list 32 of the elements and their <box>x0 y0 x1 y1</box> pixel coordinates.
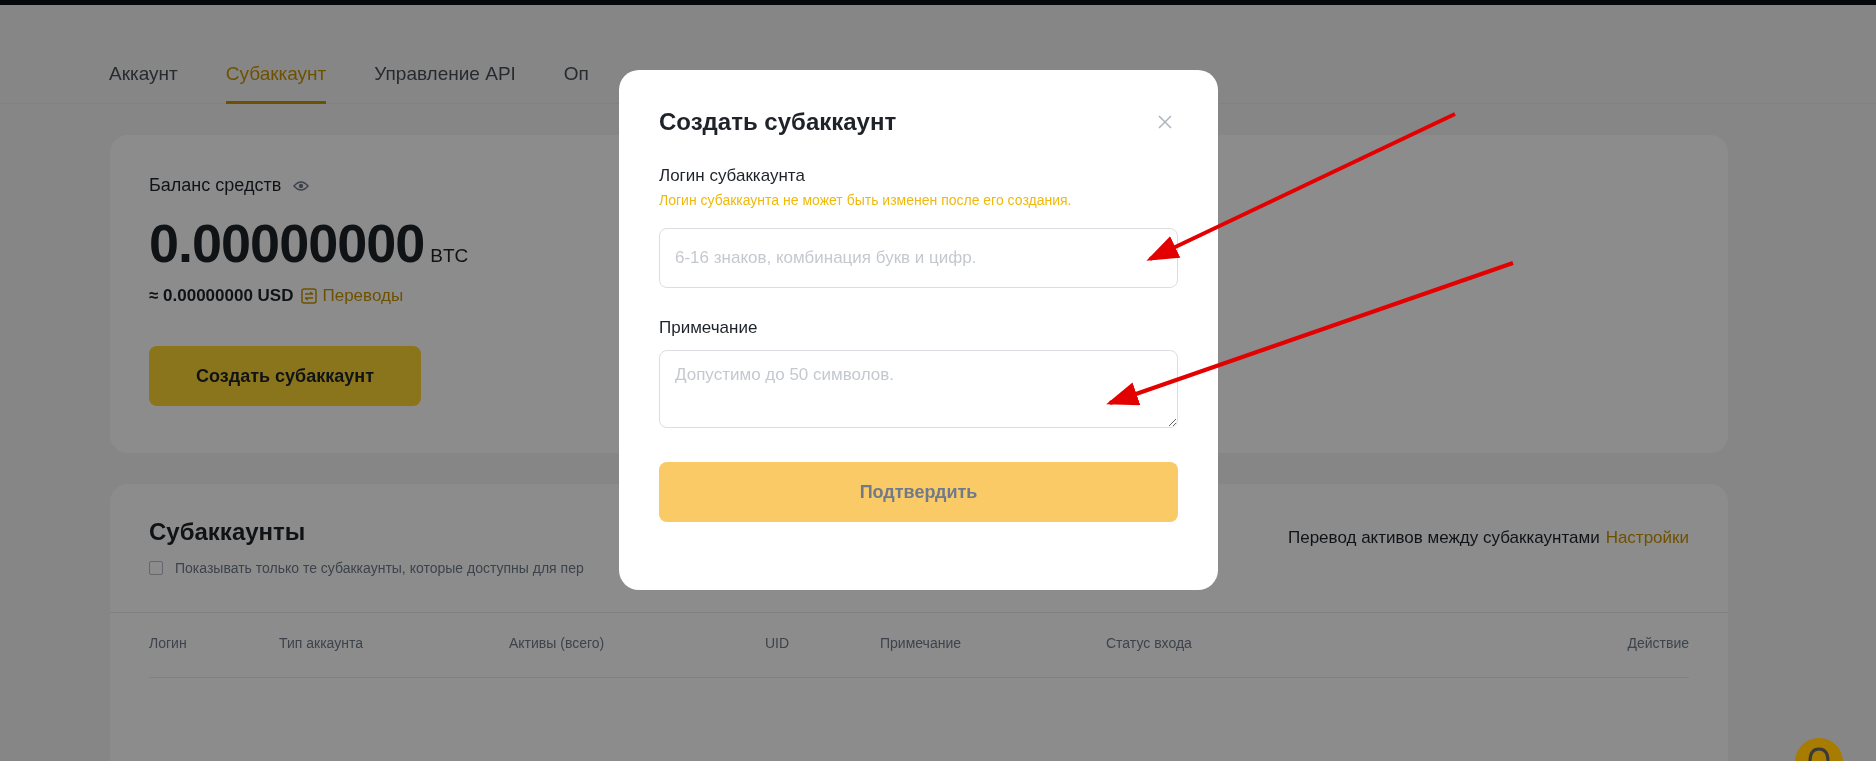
column-header: Действие <box>1627 635 1689 651</box>
eye-icon[interactable] <box>293 179 310 192</box>
login-input[interactable]: 6-16 знаков, комбинация букв и цифр. <box>659 228 1178 288</box>
column-header: Статус входа <box>1106 635 1192 651</box>
tab[interactable]: Аккаунт <box>109 57 178 104</box>
chat-icon[interactable] <box>1794 737 1844 761</box>
column-header: UID <box>765 635 790 651</box>
usd-value: ≈ 0.00000000 USD <box>149 286 294 306</box>
tab[interactable]: Управление API <box>374 57 516 104</box>
filter-label: Показывать только те субаккаунты, которые доступны для пер <box>175 560 584 576</box>
balance-amount: 0.00000000 <box>149 212 425 274</box>
create-subaccount-button[interactable]: Создать субаккаунт <box>149 346 421 406</box>
section-title: Субаккаунты <box>149 518 307 546</box>
column-header: Логин <box>149 635 187 651</box>
column-header: Активы (всего) <box>509 635 605 651</box>
field-hint: Логин субаккаунта не может быть изменен после его создания. <box>659 192 1073 208</box>
close-icon[interactable] <box>1158 115 1172 129</box>
balance-label: Баланс средств <box>149 175 282 196</box>
checkbox[interactable] <box>149 561 163 575</box>
transfers-link[interactable]: Переводы <box>301 286 404 306</box>
note-textarea[interactable]: Допустимо до 50 символов. <box>659 350 1178 428</box>
transfer-icon <box>301 288 318 304</box>
tab[interactable]: Оп <box>563 57 589 104</box>
transfer-text: Перевод активов между субаккаунтами <box>1288 528 1600 549</box>
column-header: Примечание <box>880 635 962 651</box>
modal-title: Создать субаккаунт <box>659 108 897 136</box>
tab[interactable]: Субаккаунт <box>225 57 327 104</box>
column-header: Тип аккаунта <box>279 635 363 651</box>
currency-unit: BTC <box>430 245 469 267</box>
field-label: Примечание <box>659 318 759 338</box>
field-label: Логин субаккаунта <box>659 166 806 186</box>
settings-link[interactable]: Настройки <box>1605 528 1689 576</box>
